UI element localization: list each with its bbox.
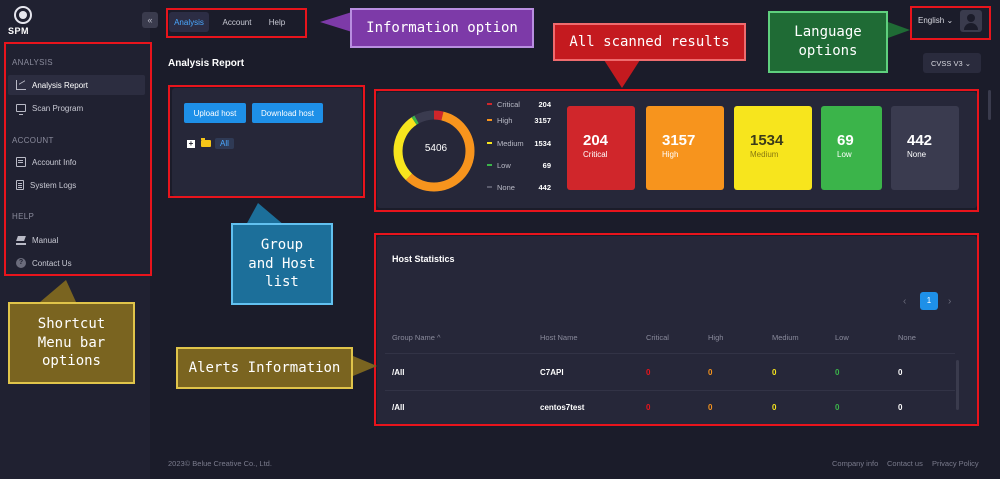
language-callout-pointer [888,22,910,38]
footer-link-company-info[interactable]: Company info [832,459,878,468]
highlight-sidebar [4,42,152,276]
information-callout-pointer [320,12,352,32]
highlight-language [910,6,991,40]
logo-text: SPM [8,26,30,36]
highlight-summary [374,89,979,212]
callout-language-options: Language options [768,11,888,73]
logo-icon [14,6,32,24]
collapse-sidebar-button[interactable]: « [142,12,158,28]
callout-all-scanned-results: All scanned results [553,23,746,61]
page-scrollbar[interactable] [988,90,991,120]
scanned-callout-pointer [604,60,640,88]
callout-alerts-information: Alerts Information [176,347,353,389]
cvss-version-select[interactable]: CVSS V3 ⌄ [923,53,981,73]
callout-shortcut-menu: Shortcut Menu bar options [8,302,135,384]
footer-link-privacy-policy[interactable]: Privacy Policy [932,459,979,468]
app-root: SPM ANALYSIS Analysis Report Scan Progra… [0,0,1000,479]
callout-information-option: Information option [350,8,534,48]
group-callout-pointer [246,203,284,225]
alerts-callout-pointer [353,356,377,376]
footer-copyright: 2023© Belue Creative Co., Ltd. [168,459,272,468]
logo[interactable]: SPM [8,6,38,38]
page-title: Analysis Report [168,58,245,69]
callout-group-host-list: Group and Host list [231,223,333,305]
highlight-host-stats [374,233,979,426]
footer-link-contact-us[interactable]: Contact us [887,459,923,468]
highlight-group-panel [168,85,365,198]
highlight-tabs [166,8,307,38]
shortcut-callout-pointer [40,280,76,302]
